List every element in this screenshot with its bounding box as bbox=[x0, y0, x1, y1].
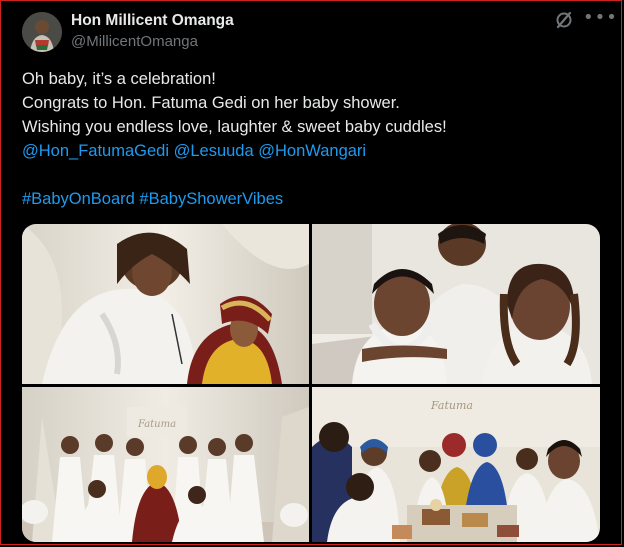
author-avatar[interactable] bbox=[22, 12, 62, 52]
photo-bottom-left[interactable]: Fatuma bbox=[22, 387, 309, 542]
mention-link[interactable]: @HonWangari bbox=[258, 142, 366, 160]
hashtag-link[interactable]: #BabyShowerVibes bbox=[139, 190, 283, 208]
tweet-text: Oh baby, it’s a celebration! Congrats to… bbox=[22, 67, 607, 211]
tweet-text-line: Congrats to Hon. Fatuma Gedi on her baby… bbox=[22, 94, 400, 112]
author-handle[interactable]: @MillicentOmanga bbox=[71, 33, 198, 50]
tweet-text-line: Oh baby, it’s a celebration! bbox=[22, 70, 216, 88]
more-options-icon[interactable]: ••• bbox=[583, 7, 618, 28]
photo-bottom-right[interactable]: Fatuma bbox=[312, 387, 600, 542]
mentions-line: @Hon_FatumaGedi @Lesuuda @HonWangari bbox=[22, 139, 607, 163]
tweet-card: Hon Millicent Omanga @MillicentOmanga ••… bbox=[0, 0, 622, 545]
photo-top-left[interactable] bbox=[22, 224, 309, 384]
mention-link[interactable]: @Hon_FatumaGedi bbox=[22, 142, 169, 160]
author-name[interactable]: Hon Millicent Omanga bbox=[71, 12, 234, 30]
photo-top-right[interactable] bbox=[312, 224, 600, 384]
photo-backdrop-text: Fatuma bbox=[430, 399, 473, 412]
grok-icon[interactable] bbox=[554, 10, 574, 30]
tweet-text-line: Wishing you endless love, laughter & swe… bbox=[22, 118, 447, 136]
photo-backdrop-text: Fatuma bbox=[137, 419, 176, 430]
hashtags-line: #BabyOnBoard #BabyShowerVibes bbox=[22, 187, 607, 211]
media-grid: Fatuma Fatuma bbox=[22, 224, 600, 542]
hashtag-link[interactable]: #BabyOnBoard bbox=[22, 190, 135, 208]
mention-link[interactable]: @Lesuuda bbox=[174, 142, 254, 160]
